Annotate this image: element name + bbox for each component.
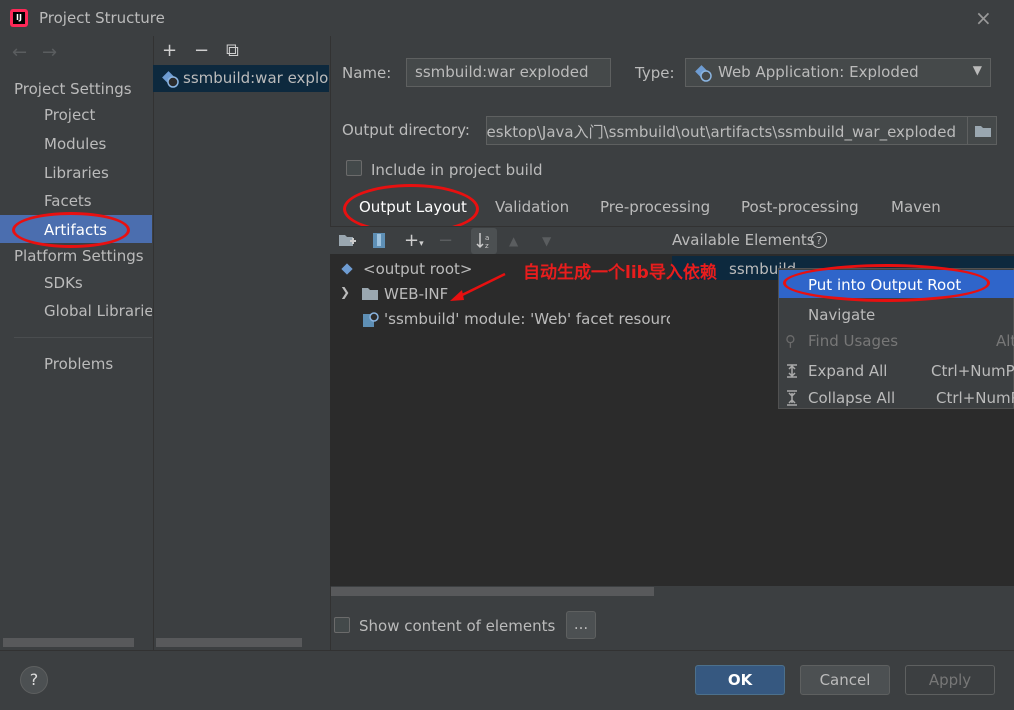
project-settings-header: Project Settings <box>14 80 132 98</box>
show-content-label: Show content of elements <box>359 617 556 635</box>
close-icon[interactable]: × <box>975 6 992 30</box>
expand-chevron-icon[interactable]: ❯ <box>340 285 350 299</box>
menu-shortcut-collapse-all: Ctrl+NumP <box>936 389 1014 407</box>
apply-button[interactable]: Apply <box>905 665 995 695</box>
svg-text:z: z <box>485 242 489 250</box>
tab-post-processing[interactable]: Post-processing <box>741 198 859 216</box>
output-directory-input[interactable]: Desktop\Java入门\ssmbuild\out\artifacts\ss… <box>486 116 968 145</box>
chevron-down-icon: ▼ <box>972 63 982 77</box>
tree-item-web-inf[interactable]: WEB-INF <box>384 285 448 303</box>
type-label: Type: <box>635 64 675 82</box>
annotation-arrow <box>450 272 506 301</box>
artifact-list-scrollbar[interactable] <box>156 638 302 647</box>
tab-validation[interactable]: Validation <box>495 198 569 216</box>
include-in-build-label: Include in project build <box>371 161 543 179</box>
folder-icon <box>362 288 378 300</box>
browse-folder-button[interactable] <box>967 116 997 145</box>
sort-az-icon: az <box>476 233 489 250</box>
intellij-app-icon: IJ <box>10 9 28 27</box>
put-into-output-root-highlight-ellipse <box>783 264 990 302</box>
move-up-icon[interactable]: ▲ <box>509 234 518 248</box>
menu-item-navigate[interactable]: Navigate <box>808 306 875 324</box>
sidebar-item-facets[interactable]: Facets <box>44 192 92 210</box>
sidebar-item-global-libraries[interactable]: Global Libraries <box>44 302 152 320</box>
search-icon: ⚲ <box>785 332 796 350</box>
forward-arrow-icon[interactable]: → <box>42 42 57 63</box>
expand-all-icon <box>787 364 797 378</box>
tree-item-web-facet-resource[interactable]: 'ssmbuild' module: 'Web' facet resource <box>384 310 670 328</box>
back-arrow-icon[interactable]: ← <box>12 42 27 63</box>
add-copy-icon[interactable]: +▾ <box>404 230 424 251</box>
tab-maven[interactable]: Maven <box>891 198 941 216</box>
copy-icon[interactable]: ⧉ <box>226 40 239 61</box>
menu-shortcut-expand-all: Ctrl+NumPa <box>931 362 1014 380</box>
tree-horizontal-scrollbar[interactable] <box>331 587 654 596</box>
type-select[interactable]: Web Application: Exploded ▼ <box>685 58 991 87</box>
ok-button[interactable]: OK <box>695 665 785 695</box>
sort-elements-button[interactable]: az <box>471 228 497 254</box>
sidebar-item-libraries[interactable]: Libraries <box>44 164 109 182</box>
sidebar-item-sdks[interactable]: SDKs <box>44 274 83 292</box>
artifacts-highlight-ellipse <box>12 212 130 248</box>
show-content-checkbox[interactable] <box>334 617 350 633</box>
menu-item-expand-all[interactable]: Expand All <box>808 362 887 380</box>
annotation-text: 自动生成一个lib导入依赖 <box>523 263 717 283</box>
tab-pre-processing[interactable]: Pre-processing <box>600 198 710 216</box>
svg-text:a: a <box>485 234 489 242</box>
name-input[interactable]: ssmbuild:war exploded <box>406 58 611 87</box>
platform-settings-header: Platform Settings <box>14 247 144 265</box>
help-button[interactable]: ? <box>20 666 48 694</box>
folder-icon <box>975 126 991 137</box>
artifact-list-item[interactable]: ssmbuild:war exploded <box>153 65 329 92</box>
help-circle-icon[interactable]: ? <box>811 232 827 248</box>
create-archive-icon[interactable] <box>372 232 386 249</box>
sidebar-item-modules[interactable]: Modules <box>44 135 106 153</box>
name-label: Name: <box>342 64 392 82</box>
window-title: Project Structure <box>39 9 165 27</box>
move-down-icon[interactable]: ▼ <box>542 234 551 248</box>
cancel-button[interactable]: Cancel <box>800 665 890 695</box>
sidebar-scrollbar[interactable] <box>3 638 134 647</box>
menu-shortcut-find-usages: Alt <box>996 332 1014 350</box>
title-bar: IJ Project Structure × <box>0 0 1014 36</box>
type-value: Web Application: Exploded <box>718 63 919 81</box>
available-elements-label: Available Elements <box>672 231 815 249</box>
sidebar-divider <box>14 337 152 338</box>
artifact-list-panel <box>153 36 331 650</box>
sidebar-item-project[interactable]: Project <box>44 106 95 124</box>
create-directory-icon[interactable] <box>338 232 356 248</box>
show-content-options-button[interactable]: ... <box>566 611 596 639</box>
output-directory-label: Output directory: <box>342 121 470 139</box>
web-app-type-icon <box>695 65 712 82</box>
settings-sidebar <box>0 36 152 650</box>
web-facet-icon <box>363 312 379 327</box>
collapse-all-icon <box>787 390 797 406</box>
web-artifact-icon <box>162 71 179 88</box>
sidebar-item-problems[interactable]: Problems <box>44 355 113 373</box>
remove-element-icon[interactable]: − <box>438 230 453 251</box>
artifact-name: ssmbuild:war exploded <box>183 69 329 87</box>
menu-item-collapse-all[interactable]: Collapse All <box>808 389 895 407</box>
remove-icon[interactable]: − <box>194 40 209 61</box>
menu-item-find-usages[interactable]: Find Usages <box>808 332 898 350</box>
output-root-icon <box>341 263 353 275</box>
include-in-build-checkbox[interactable] <box>346 160 362 176</box>
add-icon[interactable]: + <box>162 40 177 61</box>
